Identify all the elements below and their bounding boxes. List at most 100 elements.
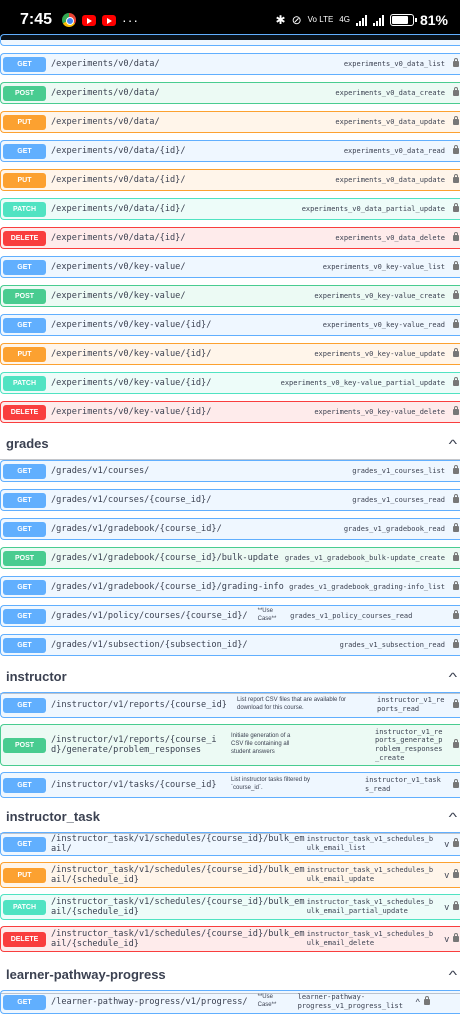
lock-icon[interactable] — [453, 290, 459, 299]
lock-icon[interactable] — [453, 116, 459, 125]
operation-id: learner-pathway-progress_v1_progress_lis… — [297, 993, 403, 1010]
tag-header-learner-pathway-progress[interactable]: learner-pathway-progress ^ — [0, 956, 460, 994]
operation-path: /experiments/v0/data/ — [51, 58, 160, 69]
chevron-up-icon[interactable]: ^ — [449, 968, 457, 982]
method-badge-get: GET — [3, 492, 46, 508]
operation-id: experiments_v0_key-value_delete — [314, 407, 445, 416]
operation-row[interactable]: GET/grades/v1/subsection/{subsection_id}… — [0, 634, 460, 656]
operation-row[interactable]: PUT/experiments/v0/key-value/{id}/ experi… — [0, 343, 460, 365]
operation-row[interactable]: GET/instructor/v1/tasks/{course_id} List … — [0, 772, 460, 798]
method-badge-put: PUT — [3, 172, 46, 188]
lock-icon[interactable] — [453, 639, 459, 648]
operation-path: /instructor/v1/tasks/{course_id} — [51, 779, 217, 790]
operation-row[interactable]: GET/grades/v1/courses/grades_v1_courses_… — [0, 460, 460, 482]
method-badge-patch: PATCH — [3, 899, 46, 915]
lock-icon[interactable] — [423, 996, 430, 1005]
lock-icon[interactable] — [453, 377, 459, 386]
lock-icon[interactable] — [453, 348, 459, 357]
operation-row[interactable]: POST/experiments/v0/key-value/experiment… — [0, 285, 460, 307]
operation-row[interactable]: PATCH/instructor_task/v1/schedules/{cour… — [0, 894, 460, 920]
lock-icon[interactable] — [453, 901, 459, 910]
chevron-down-icon[interactable]: v — [445, 870, 450, 880]
operation-row[interactable]: GET/grades/v1/gradebook/{course_id}/grad… — [0, 518, 460, 540]
method-badge-put: PUT — [3, 346, 46, 362]
operation-row[interactable]: GET/experiments/v0/key-value/{id}/ experi… — [0, 314, 460, 336]
lock-icon[interactable] — [453, 232, 459, 241]
operation-path: /grades/v1/gradebook/{course_id}/ — [51, 523, 222, 534]
operation-row[interactable]: GET/instructor/v1/reports/{course_id} Lis… — [0, 692, 460, 718]
operation-row[interactable]: GET/learner-pathway-progress/v1/progress… — [0, 990, 460, 1014]
lock-icon[interactable] — [453, 406, 459, 415]
chevron-up-icon[interactable]: ^ — [449, 810, 457, 824]
operation-row[interactable]: GET/instructor_task/v1/schedules/{course… — [0, 832, 460, 856]
operation-id: grades_v1_policy_courses_read — [290, 611, 413, 620]
lock-icon[interactable] — [453, 739, 459, 748]
lock-icon[interactable] — [453, 933, 459, 942]
operation-row[interactable]: GET/experiments/v0/data/experiments_v0_d… — [0, 53, 460, 75]
method-badge-get: GET — [3, 836, 46, 852]
chevron-up-icon[interactable]: ^ — [449, 437, 457, 451]
lock-icon[interactable] — [453, 465, 459, 474]
operation-row[interactable]: GET/grades/v1/gradebook/{course_id}/grad… — [0, 576, 460, 598]
operation-row-partial[interactable] — [0, 34, 460, 46]
lock-icon[interactable] — [453, 610, 459, 619]
operation-row[interactable]: PUT/instructor_task/v1/schedules/{course… — [0, 862, 460, 888]
operation-row[interactable]: PATCH/experiments/v0/key-value/{id}/ expe… — [0, 372, 460, 394]
lock-icon[interactable] — [453, 174, 459, 183]
chevron-up-icon[interactable]: ^ — [416, 997, 420, 1007]
operation-row[interactable]: GET/grades/v1/policy/courses/{course_id}… — [0, 605, 460, 627]
method-badge-post: POST — [3, 550, 46, 566]
operation-path: /experiments/v0/data/{id}/ — [51, 145, 186, 156]
lock-icon[interactable] — [453, 261, 459, 270]
operation-row[interactable]: PUT/experiments/v0/data/{id}/ experiments… — [0, 169, 460, 191]
method-badge-get: GET — [3, 608, 46, 624]
operation-path: /experiments/v0/key-value/{id}/ — [51, 377, 212, 388]
operation-id: experiments_v0_data_list — [343, 59, 445, 68]
operation-id: grades_v1_subsection_read — [339, 640, 445, 649]
lock-icon[interactable] — [453, 494, 459, 503]
more-notifications-icon: ··· — [122, 12, 140, 28]
operation-row[interactable]: GET/experiments/v0/data/{id}/ experiments… — [0, 140, 460, 162]
lock-icon[interactable] — [453, 203, 459, 212]
operation-path: /grades/v1/courses/ — [51, 465, 150, 476]
operation-row[interactable]: PUT/experiments/v0/data/experiments_v0_d… — [0, 111, 460, 133]
chevron-down-icon[interactable]: v — [445, 839, 450, 849]
tag-header-instructor[interactable]: instructor ^ — [0, 660, 460, 694]
operation-id: instructor_v1_tasks_read — [365, 776, 441, 793]
operation-row[interactable]: GET/grades/v1/courses/{course_id}/ grades… — [0, 489, 460, 511]
operation-row[interactable]: POST/experiments/v0/data/experiments_v0_… — [0, 82, 460, 104]
tag-header-instructor_task[interactable]: instructor_task ^ — [0, 800, 460, 834]
lock-icon[interactable] — [453, 779, 459, 788]
operation-row[interactable]: DELETE/instructor_task/v1/schedules/{cou… — [0, 926, 460, 952]
chevron-up-icon[interactable]: ^ — [449, 670, 457, 684]
network-type: Vo LTE — [308, 16, 334, 24]
operation-row[interactable]: PATCH/experiments/v0/data/{id}/ experimen… — [0, 198, 460, 220]
lock-icon[interactable] — [453, 552, 459, 561]
lock-icon[interactable] — [453, 58, 459, 67]
method-badge-get: GET — [3, 637, 46, 653]
lock-icon[interactable] — [453, 699, 459, 708]
operation-id: experiments_v0_data_update — [335, 117, 445, 126]
lock-icon[interactable] — [453, 838, 459, 847]
lock-icon[interactable] — [453, 523, 459, 532]
operation-row[interactable]: DELETE/experiments/v0/data/{id}/ experime… — [0, 227, 460, 249]
lock-icon[interactable] — [453, 319, 459, 328]
operation-row[interactable]: GET/experiments/v0/key-value/experiments… — [0, 256, 460, 278]
operation-row[interactable]: DELETE/experiments/v0/key-value/{id}/ exp… — [0, 401, 460, 423]
operation-row[interactable]: POST/grades/v1/gradebook/{course_id}/bul… — [0, 547, 460, 569]
lock-icon[interactable] — [453, 87, 459, 96]
lock-icon[interactable] — [453, 869, 459, 878]
chevron-down-icon[interactable]: v — [445, 934, 450, 944]
method-badge-delete: DELETE — [3, 931, 46, 947]
tag-header-grades[interactable]: grades ^ — [0, 428, 460, 460]
chevron-down-icon[interactable]: v — [445, 902, 450, 912]
operation-path: /experiments/v0/data/ — [51, 87, 160, 98]
lock-icon[interactable] — [453, 145, 459, 154]
method-badge-patch: PATCH — [3, 375, 46, 391]
operation-row[interactable]: POST/instructor/v1/reports/{course_id}/g… — [0, 724, 460, 766]
battery-percent: 81% — [419, 12, 448, 28]
method-badge-get: GET — [3, 463, 46, 479]
operation-id: instructor_v1_reports_read — [377, 696, 445, 713]
lock-icon[interactable] — [453, 581, 459, 590]
operation-id: experiments_v0_data_delete — [335, 233, 445, 242]
